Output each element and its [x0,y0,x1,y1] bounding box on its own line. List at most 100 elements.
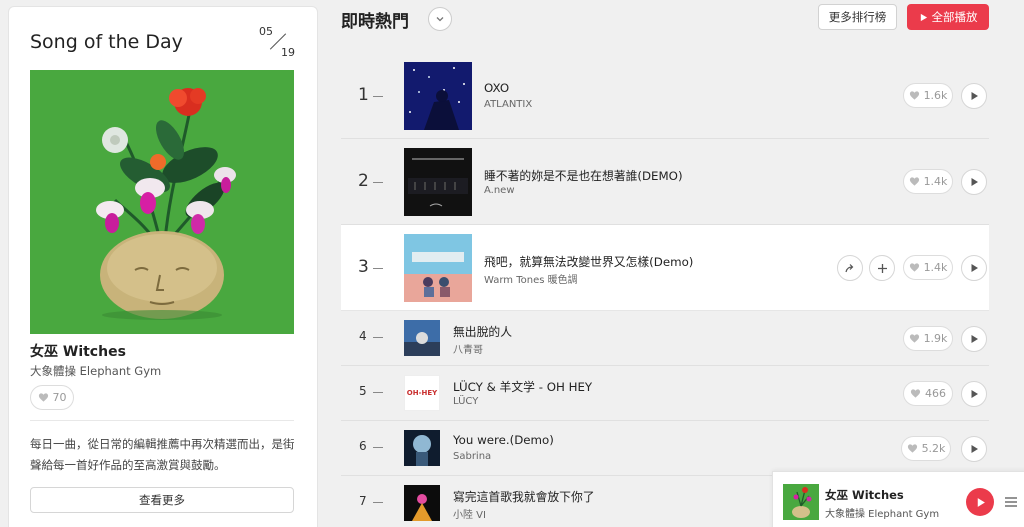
track-like-button[interactable]: 1.4k [903,255,953,280]
track-artist[interactable]: LÜCY [453,396,478,407]
song-of-the-day-date: 05 19 [259,25,295,59]
rank-change-indicator [373,502,383,503]
play-icon [977,497,985,507]
rank-change-indicator [373,182,383,183]
heart-icon [909,334,919,343]
track-row[interactable]: 1 OXO ATLANTIX 1.6k [341,53,989,139]
track-rank: 6 [359,439,367,453]
cover-text: OH-HEY [406,389,438,397]
track-artist[interactable]: Warm Tones 暖色調 [484,271,578,286]
track-cover[interactable] [404,320,440,356]
play-all-button[interactable]: 全部播放 [907,4,989,30]
track-rank: 5 [359,384,367,398]
track-cover[interactable]: OH-HEY [404,375,440,411]
track-share-button[interactable] [837,255,863,281]
share-icon [845,264,854,273]
like-count: 466 [925,387,946,400]
track-artist[interactable]: A.new [484,185,515,196]
player-artist[interactable]: 大象體操 Elephant Gym [825,505,939,520]
track-like-button[interactable]: 1.6k [903,83,953,108]
like-count: 1.4k [923,261,948,274]
track-rank: 1 [358,85,369,105]
song-of-the-day-like-button[interactable]: 70 [30,385,74,410]
play-icon [971,445,978,453]
track-artist[interactable]: ATLANTIX [484,99,532,110]
track-play-button[interactable] [961,326,987,352]
rank-change-indicator [373,96,383,97]
menu-icon [1005,497,1017,507]
mini-player: 女巫 Witches 大象體操 Elephant Gym [772,471,1024,527]
track-like-button[interactable]: 466 [903,381,953,406]
like-count: 1.6k [923,89,948,102]
track-play-button[interactable] [961,169,987,195]
track-title[interactable]: 睡不著的妳是不是也在想著誰(DEMO) [484,167,683,184]
track-like-button[interactable]: 5.2k [901,436,951,461]
track-rank: 4 [359,329,367,343]
player-song-title[interactable]: 女巫 Witches [825,487,904,503]
track-artist[interactable]: 小陸 VI [453,506,486,521]
heart-icon [910,389,921,398]
heart-icon [907,444,917,453]
track-cover[interactable] [404,234,472,302]
play-icon [971,390,978,398]
track-like-button[interactable]: 1.9k [903,326,953,351]
page-title: 即時熱門 [341,12,409,32]
play-all-label: 全部播放 [931,10,978,24]
rank-change-indicator [373,337,383,338]
play-icon [971,335,978,343]
track-title[interactable]: 寫完這首歌我就會放下你了 [453,488,595,505]
player-artwork[interactable] [783,484,819,520]
play-icon [920,13,927,21]
track-add-button[interactable] [869,255,895,281]
like-count: 70 [52,391,67,404]
play-icon [971,264,978,272]
track-row[interactable]: 6 You were.(Demo) Sabrina 5.2k [341,421,989,476]
track-title[interactable]: 無出脫的人 [453,323,512,340]
heart-icon [909,91,919,100]
track-title[interactable]: OXO [484,81,509,95]
heart-icon [38,393,48,402]
chevron-down-icon [436,17,444,22]
song-of-the-day-artwork[interactable] [30,70,294,334]
track-play-button[interactable] [961,436,987,462]
chart-selector-button[interactable] [428,7,452,31]
divider [30,420,294,421]
track-rank: 3 [358,257,369,277]
song-of-the-day-card: Song of the Day 05 19 女巫 Witches 大象體操 El… [8,6,318,527]
plus-icon [877,263,887,273]
track-play-button[interactable] [961,83,987,109]
player-queue-button[interactable] [1004,494,1018,508]
track-title[interactable]: You were.(Demo) [453,433,554,447]
song-of-the-day-title: Song of the Day [30,31,183,53]
track-play-button[interactable] [961,381,987,407]
track-cover[interactable] [404,62,472,130]
date-day: 19 [281,46,295,59]
track-title[interactable]: LÜCY & 羊文学 - OH HEY [453,378,592,395]
rank-change-indicator [373,268,383,269]
date-month: 05 [259,25,273,38]
more-charts-button[interactable]: 更多排行榜 [818,4,897,30]
heart-icon [909,263,919,272]
track-cover[interactable] [404,485,440,521]
like-count: 1.4k [923,175,948,188]
track-row[interactable]: 3 飛吧，就算無法改變世界又怎樣(Demo) Warm Tones 暖色調 1.… [341,225,989,311]
track-rank: 2 [358,171,369,191]
view-more-button[interactable]: 查看更多 [30,487,294,513]
track-cover[interactable] [404,148,472,216]
track-cover[interactable] [404,430,440,466]
track-play-button[interactable] [961,255,987,281]
track-like-button[interactable]: 1.4k [903,169,953,194]
track-row[interactable]: 5 OH-HEY LÜCY & 羊文学 - OH HEY LÜCY 466 [341,366,989,421]
track-row[interactable]: 4 無出脫的人 八青哥 1.9k [341,311,989,366]
song-of-the-day-description: 每日一曲，從日常的編輯推薦中再次精選而出，是街聲給每一首好作品的至高激賞與鼓勵。 [30,437,295,472]
track-row[interactable]: 2 睡不著的妳是不是也在想著誰(DEMO) A.new 1.4k [341,139,989,225]
rank-change-indicator [373,447,383,448]
track-artist[interactable]: Sabrina [453,451,491,462]
player-play-button[interactable] [966,488,994,516]
play-icon [971,92,978,100]
song-of-the-day-artist[interactable]: 大象體操 Elephant Gym [30,363,161,379]
track-title[interactable]: 飛吧，就算無法改變世界又怎樣(Demo) [484,253,693,270]
like-count: 1.9k [923,332,948,345]
track-artist[interactable]: 八青哥 [453,341,483,356]
song-of-the-day-song-title[interactable]: 女巫 Witches [30,341,126,361]
